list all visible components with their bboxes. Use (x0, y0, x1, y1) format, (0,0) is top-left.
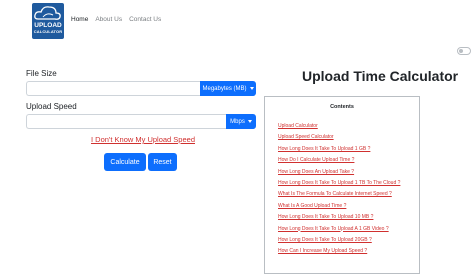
toggle-knob (459, 49, 463, 53)
nav-contact-us[interactable]: Contact Us (129, 16, 161, 23)
upload-speed-input[interactable] (26, 114, 226, 129)
contents-link[interactable]: What Is The Formula To Calculate Interne… (278, 191, 392, 197)
list-item: How Can I Increase My Upload Speed ? (278, 246, 400, 257)
contents-link[interactable]: Upload Speed Calculator (278, 134, 334, 140)
nav-menu: Home About Us Contact Us (71, 16, 161, 23)
nav-about-us[interactable]: About Us (95, 16, 122, 23)
contents-link[interactable]: How Do I Calculate Upload Time ? (278, 157, 354, 163)
file-size-input[interactable] (26, 81, 200, 96)
nav-home[interactable]: Home (71, 16, 88, 23)
dont-know-speed-link[interactable]: I Don't Know My Upload Speed (91, 135, 195, 144)
cloud-icon (34, 6, 61, 20)
file-size-unit-dropdown[interactable]: Megabytes (MB) (200, 81, 256, 96)
upload-speed-label: Upload Speed (26, 102, 77, 111)
contents-link[interactable]: Upload Calculator (278, 123, 318, 129)
theme-toggle[interactable] (457, 47, 471, 55)
page-title: Upload Time Calculator (302, 68, 459, 84)
reset-button[interactable]: Reset (148, 153, 177, 171)
contents-link[interactable]: How Long Does It Take To Upload 20GB ? (278, 237, 372, 243)
list-item: How Long Does An Upload Take ? (278, 167, 400, 178)
contents-link[interactable]: How Can I Increase My Upload Speed ? (278, 248, 367, 254)
contents-link[interactable]: How Long Does An Upload Take ? (278, 169, 354, 175)
contents-link[interactable]: How Long Does It Take To Upload 1 TB To … (278, 180, 400, 186)
list-item: What Is A Good Upload Time ? (278, 201, 400, 212)
contents-box: Contents Upload Calculator Upload Speed … (264, 96, 420, 274)
list-item: Upload Speed Calculator (278, 132, 400, 143)
file-size-label: File Size (26, 69, 57, 78)
list-item: How Long Does It Take To Upload 1 TB To … (278, 178, 400, 189)
file-size-unit-label: Megabytes (MB) (202, 85, 247, 92)
chevron-down-icon (249, 87, 254, 90)
list-item: How Long Does It Take To Upload 10 MB ? (278, 212, 400, 223)
list-item: How Do I Calculate Upload Time ? (278, 155, 400, 166)
list-item: How Long Does It Take To Upload 20GB ? (278, 235, 400, 246)
navbar: UPLOAD CALCULATOR Home About Us Contact … (0, 0, 474, 44)
contents-list: Upload Calculator Upload Speed Calculato… (278, 121, 400, 258)
list-item: What Is The Formula To Calculate Interne… (278, 189, 400, 200)
contents-link[interactable]: How Long Does It Take To Upload 10 MB ? (278, 214, 373, 220)
list-item: How Long Does It Take To Upload 1 GB ? (278, 144, 400, 155)
logo-text-calculator: CALCULATOR (33, 29, 63, 34)
calculate-button[interactable]: Calculate (104, 153, 146, 171)
list-item: How Long Does It Take To Upload A 1 GB V… (278, 224, 400, 235)
upload-speed-unit-label: Mbps (230, 118, 245, 125)
contents-link[interactable]: How Long Does It Take To Upload 1 GB ? (278, 146, 370, 152)
contents-link[interactable]: How Long Does It Take To Upload A 1 GB V… (278, 226, 389, 232)
chevron-down-icon (247, 120, 252, 123)
contents-title: Contents (330, 104, 354, 110)
site-logo[interactable]: UPLOAD CALCULATOR (32, 3, 64, 39)
contents-link[interactable]: What Is A Good Upload Time ? (278, 203, 346, 209)
list-item: Upload Calculator (278, 121, 400, 132)
upload-speed-unit-dropdown[interactable]: Mbps (226, 114, 256, 129)
